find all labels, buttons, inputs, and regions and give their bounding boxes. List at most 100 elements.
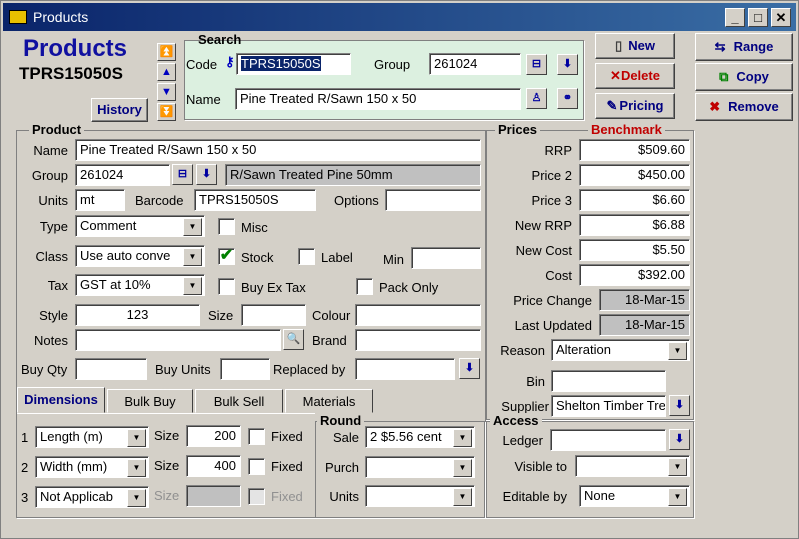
type-select[interactable]: Comment ▼ (75, 215, 205, 237)
tab-bulk-sell[interactable]: Bulk Sell (195, 389, 283, 413)
style-label: Style (39, 308, 68, 323)
stock-checkbox[interactable]: ✔ (218, 248, 235, 265)
cost-field[interactable]: $392.00 (579, 264, 690, 286)
units-field[interactable]: mt (75, 189, 125, 211)
tax-dropdown-icon[interactable]: ▼ (183, 277, 202, 295)
delete-button[interactable]: ✕Delete (595, 63, 675, 89)
class-dropdown-icon[interactable]: ▼ (183, 248, 202, 266)
ledger-select-icon[interactable]: ⬇ (669, 429, 690, 450)
group-lookup-icon[interactable]: ⊟ (172, 164, 193, 185)
dim-1-type-select[interactable]: Length (m) ▼ (35, 426, 149, 448)
dim-1-size-field[interactable]: 200 (186, 425, 241, 447)
group-field[interactable]: 261024 (75, 164, 170, 186)
round-purch-dropdown-icon[interactable]: ▼ (453, 459, 472, 477)
search-code-input[interactable]: TPRS15050S (236, 53, 351, 75)
size-field[interactable] (241, 304, 306, 326)
first-record-icon[interactable]: ⏫ (157, 43, 176, 61)
notes-field[interactable] (75, 329, 281, 351)
pricing-button[interactable]: ✎ Pricing (595, 93, 675, 119)
title-bar[interactable]: Products _ □ ✕ (3, 3, 796, 31)
round-purch-select[interactable]: ▼ (365, 456, 475, 478)
new-rrp-label: New RRP (514, 218, 572, 233)
replaced-by-field[interactable] (355, 358, 455, 380)
dim-2-size-field[interactable]: 400 (186, 455, 241, 477)
close-button[interactable]: ✕ (771, 8, 791, 27)
dim-3-fixed-label: Fixed (271, 489, 303, 504)
colour-field[interactable] (355, 304, 481, 326)
visible-to-select[interactable]: ▼ (575, 455, 690, 477)
supplier-select-icon[interactable]: ⬇ (669, 395, 690, 416)
label-checkbox[interactable] (298, 248, 315, 265)
type-value: Comment (80, 218, 137, 233)
round-units-dropdown-icon[interactable]: ▼ (453, 488, 472, 506)
brand-field[interactable] (355, 329, 481, 351)
history-button[interactable]: History (91, 98, 148, 122)
type-dropdown-icon[interactable]: ▼ (183, 218, 202, 236)
range-button[interactable]: ⇆ Range (695, 33, 793, 61)
search-find-icon[interactable]: ♙ (526, 88, 547, 109)
copy-button[interactable]: ⧉ Copy (695, 63, 793, 91)
tab-materials[interactable]: Materials (285, 389, 373, 413)
class-value: Use auto conve (80, 248, 171, 263)
ledger-field[interactable] (550, 429, 666, 451)
reason-dropdown-icon[interactable]: ▼ (668, 342, 687, 360)
last-record-icon[interactable]: ⏬ (157, 103, 176, 121)
dim-1-fixed-label: Fixed (271, 429, 303, 444)
notes-search-icon[interactable]: 🔍 (283, 329, 304, 350)
style-field[interactable]: 123 (75, 304, 200, 326)
group-lookup-icon[interactable]: ⊟ (526, 54, 547, 75)
dim-3-dropdown-icon[interactable]: ▼ (127, 489, 146, 507)
round-sale-dropdown-icon[interactable]: ▼ (453, 429, 472, 447)
replaced-by-select-icon[interactable]: ⬇ (459, 358, 480, 379)
group-select-icon[interactable]: ⬇ (196, 164, 217, 185)
maximize-button[interactable]: □ (748, 8, 768, 27)
barcode-field[interactable]: TPRS15050S (194, 189, 316, 211)
editable-by-dropdown-icon[interactable]: ▼ (668, 488, 687, 506)
binoculars-icon[interactable]: ⚭ (557, 88, 578, 109)
next-record-icon[interactable]: ▼ (157, 83, 176, 101)
bin-field[interactable] (551, 370, 666, 392)
buy-ex-tax-checkbox[interactable] (218, 278, 235, 295)
min-field[interactable] (411, 247, 481, 269)
group-select-icon[interactable]: ⬇ (557, 54, 578, 75)
dim-2-type-select[interactable]: Width (mm) ▼ (35, 456, 149, 478)
price2-field[interactable]: $450.00 (579, 164, 690, 186)
round-sale-select[interactable]: 2 $5.56 cent ▼ (365, 426, 475, 448)
new-rrp-field[interactable]: $6.88 (579, 214, 690, 236)
dim-1-dropdown-icon[interactable]: ▼ (127, 429, 146, 447)
buy-qty-field[interactable] (75, 358, 147, 380)
name-field[interactable]: Pine Treated R/Sawn 150 x 50 (75, 139, 481, 161)
editable-by-select[interactable]: None ▼ (579, 485, 690, 507)
delete-label: Delete (620, 68, 660, 83)
supplier-field[interactable]: Shelton Timber Tre (551, 395, 666, 417)
dim-2-dropdown-icon[interactable]: ▼ (127, 459, 146, 477)
misc-checkbox[interactable] (218, 218, 235, 235)
new-cost-field[interactable]: $5.50 (579, 239, 690, 261)
dim-1-type-value: Length (m) (40, 429, 103, 444)
new-button[interactable]: ▯ New (595, 33, 675, 59)
rrp-field[interactable]: $509.60 (579, 139, 690, 161)
class-select[interactable]: Use auto conve ▼ (75, 245, 205, 267)
remove-button[interactable]: ✖ Remove (695, 93, 793, 121)
price3-field[interactable]: $6.60 (579, 189, 690, 211)
dim-3-type-select[interactable]: Not Applicab ▼ (35, 486, 149, 508)
visible-to-dropdown-icon[interactable]: ▼ (668, 458, 687, 476)
search-name-input[interactable]: Pine Treated R/Sawn 150 x 50 (235, 88, 521, 110)
previous-record-icon[interactable]: ▲ (157, 63, 176, 81)
dim-2-fixed-checkbox[interactable] (248, 458, 265, 475)
tab-bulk-buy[interactable]: Bulk Buy (107, 389, 193, 413)
price3-label: Price 3 (531, 193, 572, 208)
benchmark-label: Benchmark (588, 122, 665, 137)
round-units-label: Units (329, 489, 359, 504)
dim-1-fixed-checkbox[interactable] (248, 428, 265, 445)
round-units-select[interactable]: ▼ (365, 485, 475, 507)
pack-only-checkbox[interactable] (356, 278, 373, 295)
tab-dimensions[interactable]: Dimensions (17, 387, 105, 413)
options-field[interactable] (385, 189, 481, 211)
reason-select[interactable]: Alteration ▼ (551, 339, 690, 361)
size-label: Size (208, 308, 234, 323)
search-group-input[interactable]: 261024 (429, 53, 521, 75)
buy-units-field[interactable] (220, 358, 270, 380)
minimize-button[interactable]: _ (725, 8, 745, 27)
tax-select[interactable]: GST at 10% ▼ (75, 274, 205, 296)
